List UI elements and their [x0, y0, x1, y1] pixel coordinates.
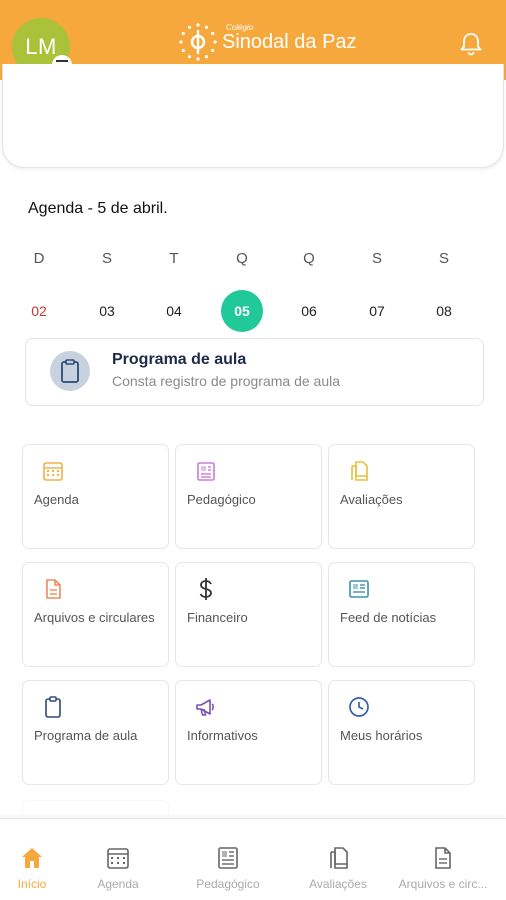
- day-number: 08: [436, 303, 452, 319]
- day-friday[interactable]: S 07: [355, 248, 399, 332]
- day-tuesday[interactable]: T 04: [152, 248, 196, 332]
- tile-label: Programa de aula: [34, 728, 138, 743]
- day-number: 04: [166, 303, 182, 319]
- tile-label: Informativos: [187, 728, 258, 743]
- menu-tile-financeiro[interactable]: Financeiro: [175, 562, 322, 667]
- bottom-nav: Início Agenda Pedagógico Avaliações Arqu…: [0, 818, 506, 900]
- avatar-initials: LM: [25, 34, 57, 59]
- day-letter: T: [169, 250, 179, 267]
- day-wednesday-selected[interactable]: Q 05: [220, 248, 264, 332]
- day-thursday[interactable]: Q 06: [287, 248, 331, 332]
- home-icon: [22, 848, 42, 868]
- week-strip: D 02 S 03 T 04 Q 05 Q 06 S 07 S 08: [17, 248, 490, 332]
- calendar-icon: [107, 848, 129, 869]
- nav-pedagogico[interactable]: Pedagógico: [178, 845, 278, 891]
- clock-icon: [349, 697, 369, 717]
- school-logo: Colégio Sinodal da Paz: [178, 22, 357, 62]
- day-monday[interactable]: S 03: [85, 248, 129, 332]
- tile-label: Pedagógico: [187, 492, 256, 507]
- menu-tile-informativos[interactable]: Informativos: [175, 680, 322, 785]
- book-icon: [218, 847, 238, 869]
- day-number-selected: 05: [220, 290, 264, 332]
- program-card[interactable]: Programa de aula Consta registro de prog…: [25, 338, 484, 406]
- logo-name: Sinodal da Paz: [222, 30, 357, 53]
- program-card-subtitle: Consta registro de programa de aula: [112, 373, 341, 389]
- tile-label: Meus horários: [340, 728, 423, 743]
- menu-tile-avaliacoes[interactable]: Avaliações: [328, 444, 475, 549]
- documents-icon: [351, 461, 368, 481]
- newspaper-icon: [349, 580, 369, 598]
- megaphone-icon: [196, 699, 214, 716]
- agenda-title: Agenda - 5 de abril.: [28, 200, 168, 217]
- nav-arquivos[interactable]: Arquivos e circ...: [393, 845, 493, 891]
- day-number: 02: [31, 303, 47, 319]
- bell-icon[interactable]: [458, 31, 484, 57]
- file-icon: [46, 579, 61, 599]
- program-card-title: Programa de aula: [112, 351, 247, 368]
- logo-small-text: Colégio: [226, 22, 254, 32]
- day-number: 06: [301, 303, 317, 319]
- tile-label: Arquivos e circulares: [34, 610, 155, 625]
- menu-tile-feed[interactable]: Feed de notícias: [328, 562, 475, 667]
- menu-tile-agenda[interactable]: Agenda: [22, 444, 169, 549]
- menu-tile-arquivos[interactable]: Arquivos e circulares: [22, 562, 169, 667]
- day-letter: S: [438, 250, 449, 267]
- tile-label: Financeiro: [187, 610, 248, 625]
- clipboard-icon: [50, 351, 90, 391]
- day-letter: Q: [303, 250, 315, 267]
- file-icon: [435, 847, 451, 869]
- calendar-icon: [43, 462, 63, 481]
- day-letter: D: [33, 250, 45, 267]
- documents-icon: [330, 847, 348, 869]
- tile-label: Feed de notícias: [340, 610, 437, 625]
- day-sunday[interactable]: D 02: [17, 248, 61, 332]
- nav-label: Arquivos e circ...: [398, 877, 488, 891]
- day-letter: S: [371, 250, 382, 267]
- nav-label: Avaliações: [309, 877, 367, 891]
- menu-tile-programa-aula[interactable]: Programa de aula: [22, 680, 169, 785]
- nav-agenda[interactable]: Agenda: [68, 845, 168, 891]
- nav-label: Agenda: [97, 877, 139, 891]
- tile-label: Avaliações: [340, 492, 403, 507]
- day-number: 07: [369, 303, 385, 319]
- nav-avaliacoes[interactable]: Avaliações: [288, 845, 388, 891]
- menu-tile-horarios[interactable]: Meus horários: [328, 680, 475, 785]
- day-number: 03: [99, 303, 115, 319]
- book-icon: [197, 462, 215, 481]
- logo-sun-icon: [179, 23, 217, 61]
- dollar-icon: [199, 578, 212, 600]
- nav-label: Pedagógico: [196, 877, 260, 891]
- summary-card: [2, 64, 504, 168]
- day-letter: Q: [236, 250, 248, 267]
- menu-tile-pedagogico[interactable]: Pedagógico: [175, 444, 322, 549]
- scroll-fade: [0, 780, 506, 820]
- day-saturday[interactable]: S 08: [422, 248, 466, 332]
- tile-label: Agenda: [34, 492, 79, 507]
- day-letter: S: [101, 250, 112, 267]
- clipboard-icon: [45, 696, 61, 718]
